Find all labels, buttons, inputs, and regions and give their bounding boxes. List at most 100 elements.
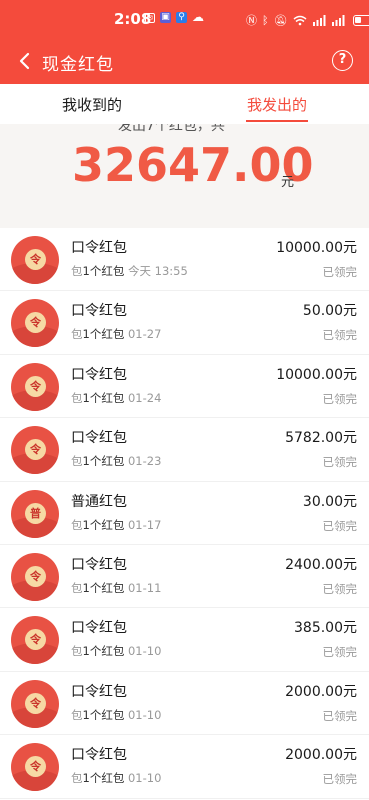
red-envelope-icon: 令 [11,362,59,411]
bluetooth-icon: ᛒ [262,13,269,27]
packet-meta: 包1个红包 01-23 [71,453,161,469]
packet-amount: 2400.00元 [285,556,357,573]
tab-bar: 我收到的 我发出的 [0,84,369,124]
envelope-seal: 令 [25,629,46,651]
search-app-icon: ⚲ [176,12,187,23]
packet-prefix: 包 [71,327,83,342]
packet-status: 已领完 [322,391,358,406]
packet-prefix: 包 [71,390,83,405]
app-icon: ▣ [160,12,171,23]
packet-type: 口令红包 [71,620,127,637]
packet-date: 01-23 [127,454,162,469]
packet-amount: 5782.00元 [285,430,357,447]
red-packet-item[interactable]: 令 口令红包 包1个红包 01-10 385.00元 已领完 [0,608,369,672]
packet-status: 已领完 [322,708,358,723]
tab-sent[interactable]: 我发出的 [247,94,307,115]
packet-date: 今天 13:55 [127,264,188,278]
packet-type: 口令红包 [71,747,127,764]
red-packet-item[interactable]: 令 口令红包 包1个红包 01-23 5782.00元 已领完 [0,418,369,482]
nfc-icon: Ⓝ [246,14,257,27]
packet-prefix: 包 [71,580,83,595]
battery-icon [352,14,369,26]
packet-count: 1个红包 [82,707,125,722]
packet-type: 普通红包 [71,493,127,510]
packet-date: 01-10 [127,644,162,659]
red-envelope-icon: 普 [11,489,59,538]
packet-amount: 30.00元 [302,493,357,510]
packet-prefix: 包 [71,264,83,278]
packet-date: 01-10 [127,707,162,722]
packet-date: 01-27 [127,327,162,342]
red-packet-item[interactable]: 普 普通红包包1个红包 01-17 30.00元已领完 [0,481,369,545]
packet-status: 已领完 [322,772,358,787]
packet-status: 已领完 [322,455,358,470]
red-packet-item[interactable]: 令 口令红包包1个红包 01-27 50.00元已领完 [0,291,369,355]
back-button[interactable] [10,46,38,76]
packet-date: 01-11 [127,580,162,595]
packet-meta: 包1个红包 01-10 [71,707,161,723]
envelope-seal: 令 [25,756,46,778]
packet-amount: 385.00元 [294,620,357,637]
packet-amount: 50.00元 [302,303,357,320]
packet-amount: 2000.00元 [285,683,357,700]
notification-icons: ✉ ▣ ⚲ ☁ [145,10,204,24]
red-envelope-icon: 令 [11,236,59,284]
packet-count: 1个红包 [82,264,125,278]
packet-status: 已领完 [322,518,358,533]
packet-prefix: 包 [71,454,83,469]
signal-icon [312,14,326,26]
system-icons: Ⓝ ᛒ 🔕︎ [246,12,369,28]
packet-count: 1个红包 [82,644,125,659]
packet-type: 口令红包 [71,240,127,256]
help-icon: ? [338,52,347,67]
packet-type: 口令红包 [71,683,127,700]
packet-prefix: 包 [71,771,83,786]
help-button[interactable]: ? [332,50,353,71]
packet-status: 已领完 [322,328,358,343]
packet-prefix: 包 [71,707,83,722]
page-title: 现金红包 [42,55,114,75]
total-amount-unit: 元 [281,175,295,190]
packet-meta: 包1个红包 01-24 [71,390,161,406]
packet-count: 1个红包 [82,580,125,595]
packet-count: 1个红包 [82,327,125,342]
red-packet-list: 令口令红包 包1个红包 今天 13:55 10000.00元 已领完令口令红包 包1个红… [0,228,369,799]
packet-count: 1个红包 [82,454,125,469]
status-bar: 2:08 ✉ ▣ ⚲ ☁ Ⓝ ᛒ 🔕︎ [0,0,369,38]
packet-prefix: 包 [71,517,83,532]
cloud-icon: ☁ [192,10,204,24]
envelope-seal: 令 [25,439,46,461]
packet-date: 01-24 [127,390,162,405]
envelope-seal: 令 [25,692,46,714]
packet-meta: 包1个红包 01-10 [71,770,161,786]
red-envelope-icon: 令 [11,426,59,475]
active-tab-indicator [246,120,308,122]
packet-prefix: 包 [71,644,83,659]
packet-amount: 10000.00元 [276,366,357,383]
red-packet-item[interactable]: 令 口令红包 包1个红包 01-11 2400.00元 已领完 [0,544,369,609]
packet-meta: 包1个红包 01-17 [71,517,161,533]
packet-type: 口令红包 [71,303,127,320]
envelope-seal: 令 [25,565,46,587]
red-packet-item[interactable]: 令 口令红包包1个红包 01-24 10000.00元已领完 [0,354,369,419]
red-packet-item[interactable]: 令 口令红包包1个红包 01-10 2000.00元已领完 [0,671,369,736]
red-envelope-icon: 令 [11,299,59,348]
packet-date: 01-10 [127,771,162,786]
packet-meta: 包1个红包 01-10 [71,643,161,659]
red-packet-item[interactable]: 令 口令红包 包1个红包 今天 13:55 10000.00元 已领完 [0,228,369,292]
envelope-seal: 令 [25,375,46,397]
packet-count: 1个红包 [82,517,125,532]
packet-status: 已领完 [322,265,358,279]
red-envelope-icon: 令 [11,616,59,665]
envelope-seal: 普 [25,502,46,524]
red-envelope-icon: 令 [11,552,59,601]
summary-caption: 发出7个红包，共 [118,124,225,134]
tab-received[interactable]: 我收到的 [62,94,122,115]
packet-count: 1个红包 [82,390,125,405]
packet-meta: 包1个红包 01-27 [71,326,161,342]
packet-count: 1个红包 [82,771,125,786]
red-envelope-icon: 令 [11,743,59,792]
packet-type: 口令红包 [71,556,127,573]
red-packet-item[interactable]: 令 口令红包 包1个红包 01-10 2000.00元 已领完 [0,735,369,799]
packet-type: 口令红包 [71,366,127,383]
